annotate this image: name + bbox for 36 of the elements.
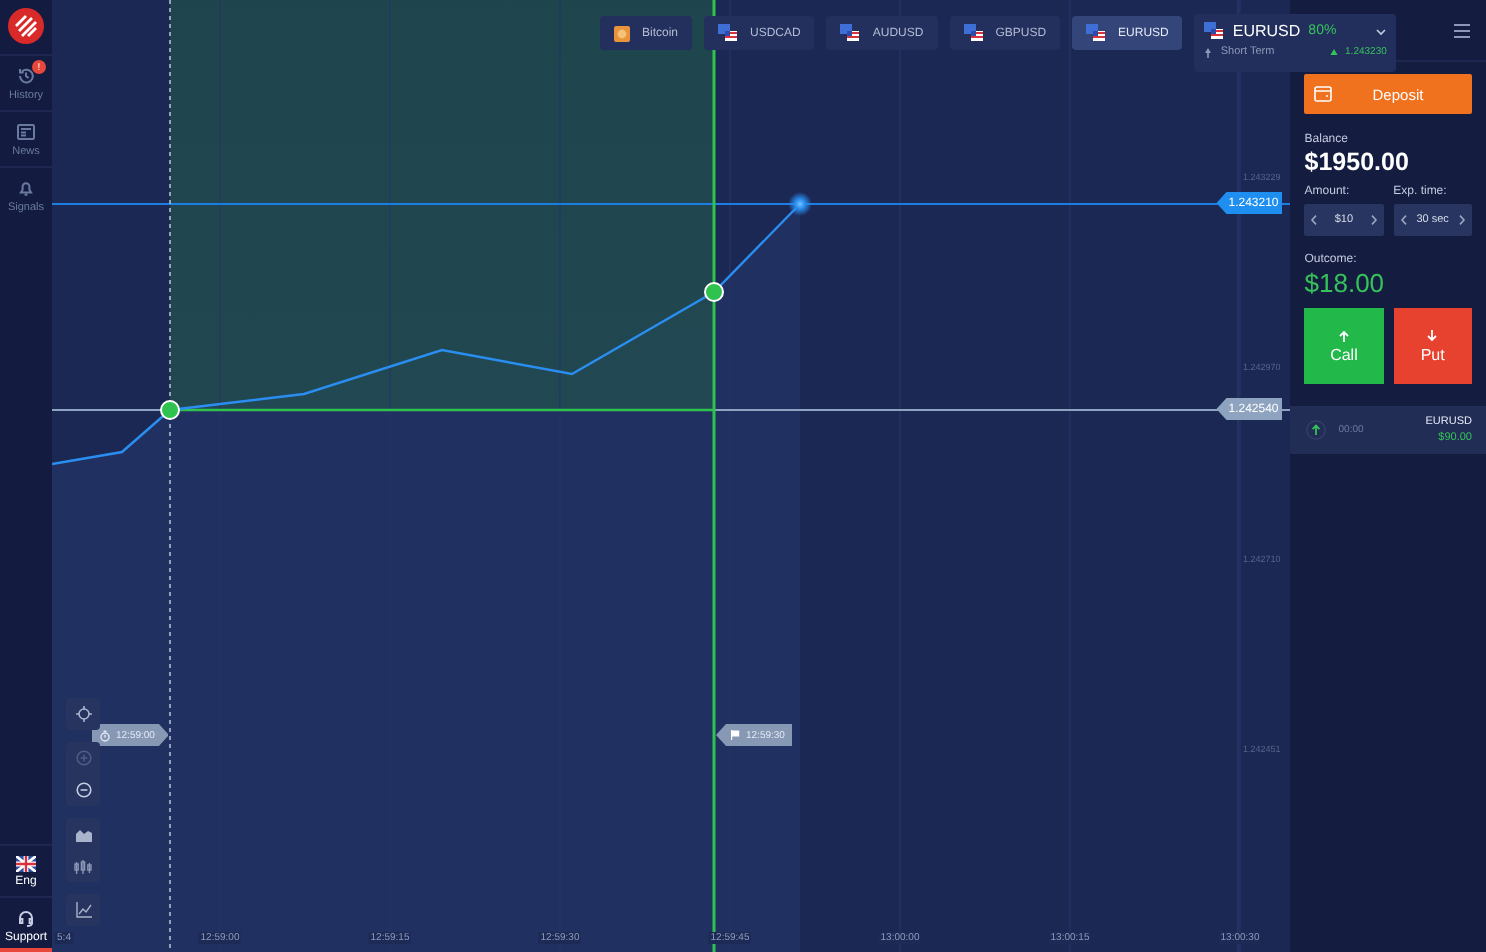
bell-icon <box>16 178 36 198</box>
up-arrow-icon <box>1337 329 1350 341</box>
down-arrow-icon <box>1426 329 1439 341</box>
asset-name: EURUSD <box>1232 22 1301 40</box>
put-button[interactable]: Put <box>1393 308 1473 384</box>
coin-icon <box>614 25 630 41</box>
wallet-icon <box>1314 86 1333 102</box>
glowing-dot <box>788 192 812 216</box>
crosshair-icon <box>75 706 91 722</box>
flag-icon <box>16 856 36 872</box>
flags-icon <box>718 24 739 42</box>
candlestick-icon <box>74 859 92 873</box>
chevron-right-icon[interactable] <box>1458 214 1467 226</box>
outcome-value: $18.00 <box>1304 268 1387 298</box>
chevron-right-icon[interactable] <box>1369 214 1378 226</box>
newspaper-icon <box>16 122 36 142</box>
chevron-down-icon <box>1376 27 1387 35</box>
menu-icon[interactable] <box>1454 23 1470 37</box>
up-triangle-icon <box>1329 48 1338 56</box>
balance-value: $1950.00 <box>1304 148 1411 176</box>
flags-icon <box>1204 22 1225 40</box>
flags-icon <box>1086 24 1107 42</box>
zoom-in-icon <box>75 750 91 766</box>
flags-icon <box>840 24 861 42</box>
history-icon <box>16 66 36 86</box>
line-chart-icon <box>75 902 91 918</box>
zoom-out-icon <box>75 782 91 798</box>
logo-icon[interactable] <box>8 8 44 44</box>
up-arrow-icon <box>1306 420 1327 440</box>
chevron-left-icon[interactable] <box>1310 214 1319 226</box>
stopwatch-icon <box>100 729 110 741</box>
flag-icon <box>730 730 740 740</box>
flags-icon <box>963 24 984 42</box>
chevron-left-icon[interactable] <box>1399 214 1408 226</box>
headset-icon <box>16 908 36 928</box>
area-chart-icon <box>75 827 91 841</box>
